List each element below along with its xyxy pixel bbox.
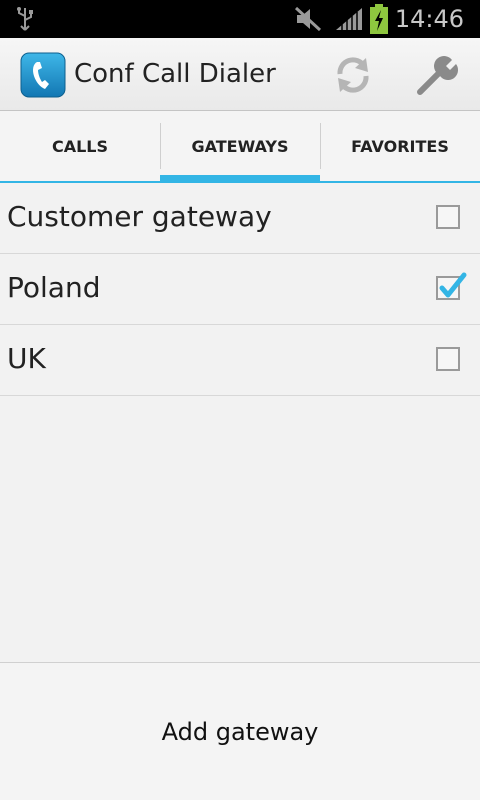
usb-icon	[17, 7, 33, 31]
tab-favorites-label: FAVORITES	[351, 136, 449, 156]
gateway-checkbox[interactable]	[436, 272, 467, 300]
checkmark-icon	[439, 272, 467, 298]
phone-handset-icon[interactable]	[20, 52, 66, 98]
refresh-icon[interactable]	[330, 52, 376, 98]
gateway-name: UK	[7, 342, 46, 375]
tab-gateways[interactable]: GATEWAYS	[160, 111, 320, 183]
gateway-checkbox[interactable]	[436, 347, 460, 371]
tab-bar: CALLS GATEWAYS FAVORITES	[0, 111, 480, 183]
tab-calls[interactable]: CALLS	[0, 111, 160, 181]
action-bar: Conf Call Dialer	[0, 38, 480, 111]
list-item[interactable]: Customer gateway	[0, 183, 480, 254]
add-gateway-button[interactable]: Add gateway	[0, 663, 480, 800]
status-clock: 14:46	[394, 5, 464, 33]
battery-charging-icon	[370, 4, 388, 34]
tab-gateways-label: GATEWAYS	[191, 136, 289, 156]
list-item[interactable]: UK	[0, 325, 480, 396]
gateway-checkbox[interactable]	[436, 205, 460, 229]
list-item[interactable]: Poland	[0, 254, 480, 325]
gateway-name: Customer gateway	[7, 200, 272, 233]
mute-icon	[294, 6, 322, 32]
gateway-name: Poland	[7, 271, 101, 304]
signal-icon	[336, 8, 362, 30]
tab-calls-label: CALLS	[51, 136, 109, 156]
tab-favorites[interactable]: FAVORITES	[320, 111, 480, 181]
app-title: Conf Call Dialer	[74, 59, 276, 89]
status-bar: 14:46	[0, 0, 480, 38]
wrench-icon[interactable]	[414, 52, 460, 98]
gateway-list: Customer gateway Poland UK	[0, 183, 480, 396]
add-gateway-label: Add gateway	[161, 717, 319, 746]
